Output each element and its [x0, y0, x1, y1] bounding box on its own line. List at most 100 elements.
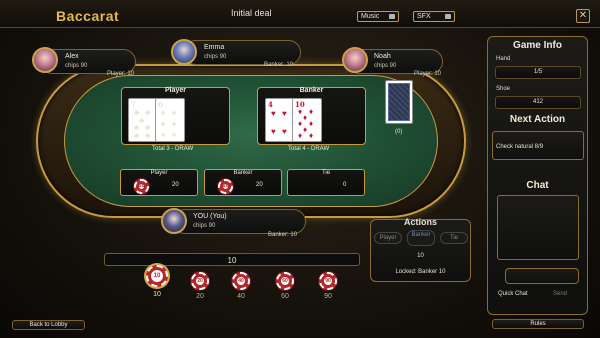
card-back-icon	[388, 83, 410, 121]
send-button[interactable]: Send	[553, 291, 567, 297]
banker-hand-label: Banker	[299, 87, 324, 94]
chip-60[interactable]: 60	[276, 272, 294, 290]
avatar-alex	[32, 47, 58, 73]
diamond-icon: ♦	[309, 119, 314, 128]
chip-label: 40	[237, 293, 245, 300]
shoe-label: Shoe	[496, 86, 511, 92]
spade-icon: ♠	[172, 119, 177, 128]
phase-label: Initial deal	[231, 8, 272, 18]
next-action-box: Check natural 8/9	[492, 131, 584, 160]
player-name: Noah	[374, 53, 391, 60]
spade-icon: ♠	[161, 108, 166, 117]
shoe-value: 412	[495, 96, 581, 109]
diamond-icon: ♦	[303, 125, 308, 134]
player-hand-box: Player 7 ♣ ♣ ♣ ♣ ♣ ♣ ♣ 6 ♠ ♠ ♠ ♠ ♠ ♠	[121, 87, 230, 145]
diamond-icon: ♦	[309, 131, 314, 140]
spade-icon: ♠	[161, 119, 166, 128]
bet-area-banker[interactable]: Banker 20 20	[204, 169, 282, 196]
avatar-emma	[171, 39, 197, 65]
chat-title: Chat	[526, 180, 549, 191]
player-hand-label: Player	[164, 87, 187, 94]
player-total: Total 3 - DRAW	[152, 146, 194, 152]
player-name: Alex	[65, 53, 79, 60]
banker-total: Total 4 - DRAW	[288, 146, 330, 152]
club-icon: ♣	[139, 116, 145, 125]
seat-bet-alex: Player: 10	[107, 71, 135, 77]
card-rank: 4	[268, 100, 273, 109]
chip-20[interactable]: 20	[191, 272, 209, 290]
next-action-text: Check natural 8/9	[496, 144, 544, 150]
diamond-icon: ♦	[298, 119, 303, 128]
avatar-noah	[342, 47, 368, 73]
next-action-title: Next Action	[509, 114, 566, 125]
diamond-icon: ♦	[298, 131, 303, 140]
chat-log[interactable]	[497, 195, 579, 260]
bet-chip: 20	[134, 179, 149, 194]
chip-10[interactable]: 10	[146, 265, 168, 287]
heart-icon: ♥	[271, 109, 276, 118]
banker-card-2: 10 ♦ ♦ ♦ ♦ ♦ ♦ ♦ ♦	[292, 98, 322, 142]
seat-you: YOU (You) chips 90	[172, 209, 306, 234]
chip-40[interactable]: 40	[232, 272, 250, 290]
shoe-card	[385, 80, 413, 124]
seat-bet-noah: Player: 10	[414, 71, 442, 77]
rules-button[interactable]: Rules	[492, 319, 584, 329]
chip-label: 90	[324, 293, 332, 300]
game-title: Baccarat	[56, 8, 120, 24]
music-switch-icon	[389, 14, 395, 19]
current-bet-bar: 10	[104, 253, 360, 266]
bet-area-player[interactable]: Player 20 20	[120, 169, 198, 196]
music-toggle[interactable]: Music	[357, 11, 399, 22]
club-icon: ♣	[145, 131, 151, 140]
shoe-count: (0)	[395, 129, 403, 135]
bet-chip: 20	[218, 179, 233, 194]
spade-icon: ♠	[172, 130, 177, 139]
player-chips: chips 90	[204, 54, 227, 60]
quick-chat-button[interactable]: Quick Chat	[498, 291, 528, 297]
player-chips: chips 90	[193, 223, 216, 229]
heart-icon: ♥	[282, 127, 287, 136]
bet-name: Banker	[233, 170, 253, 176]
chat-input[interactable]	[505, 268, 579, 284]
bet-amount: 20	[256, 182, 263, 188]
avatar-you	[161, 208, 187, 234]
seat-bet-you: Banker: 10	[268, 232, 298, 238]
bet-name: Player	[150, 170, 168, 176]
heart-icon: ♥	[271, 127, 276, 136]
bet-name: Tie	[321, 170, 331, 176]
banker-hand-box: Banker 4 ♥ ♥ ♥ ♥ 10 ♦ ♦ ♦ ♦ ♦ ♦ ♦ ♦	[257, 87, 366, 145]
actions-title: Actions	[403, 217, 437, 227]
bet-area-tie[interactable]: Tie 0	[287, 169, 365, 196]
hand-value: 1/5	[495, 66, 581, 79]
player-name: Emma	[204, 44, 225, 51]
game-info-title: Game Info	[513, 40, 562, 51]
music-label: Music	[361, 13, 380, 20]
sfx-toggle[interactable]: SFX	[413, 11, 455, 22]
banker-card-1: 4 ♥ ♥ ♥ ♥	[265, 98, 295, 142]
diamond-icon: ♦	[298, 107, 303, 116]
hand-label: Hand	[496, 56, 511, 62]
player-chips: chips 90	[65, 63, 88, 69]
spade-icon: ♠	[172, 108, 177, 117]
action-player-button[interactable]: Player	[374, 232, 402, 244]
heart-icon: ♥	[282, 109, 287, 118]
locked-status: Locked: Banker 10	[395, 269, 446, 275]
player-card-1: 7 ♣ ♣ ♣ ♣ ♣ ♣ ♣	[128, 98, 158, 142]
seat-bet-emma: Banker: 10	[264, 62, 294, 68]
back-to-lobby-button[interactable]: Back to Lobby	[12, 320, 85, 330]
bet-amount: 0	[343, 182, 347, 188]
current-bet-value: 10	[227, 256, 237, 265]
chip-90[interactable]: 90	[319, 272, 337, 290]
chip-label: 60	[281, 293, 289, 300]
sfx-switch-icon	[445, 14, 451, 19]
chip-label: 10	[153, 291, 161, 298]
player-name: YOU (You)	[193, 213, 227, 220]
diamond-icon: ♦	[309, 107, 314, 116]
action-banker-button[interactable]: Banker	[407, 230, 435, 246]
player-card-2: 6 ♠ ♠ ♠ ♠ ♠ ♠	[155, 98, 185, 142]
spade-icon: ♠	[161, 130, 166, 139]
close-button[interactable]: ✕	[576, 9, 590, 23]
sfx-label: SFX	[417, 13, 431, 20]
player-chips: chips 90	[374, 63, 397, 69]
action-tie-button[interactable]: Tie	[440, 232, 468, 244]
